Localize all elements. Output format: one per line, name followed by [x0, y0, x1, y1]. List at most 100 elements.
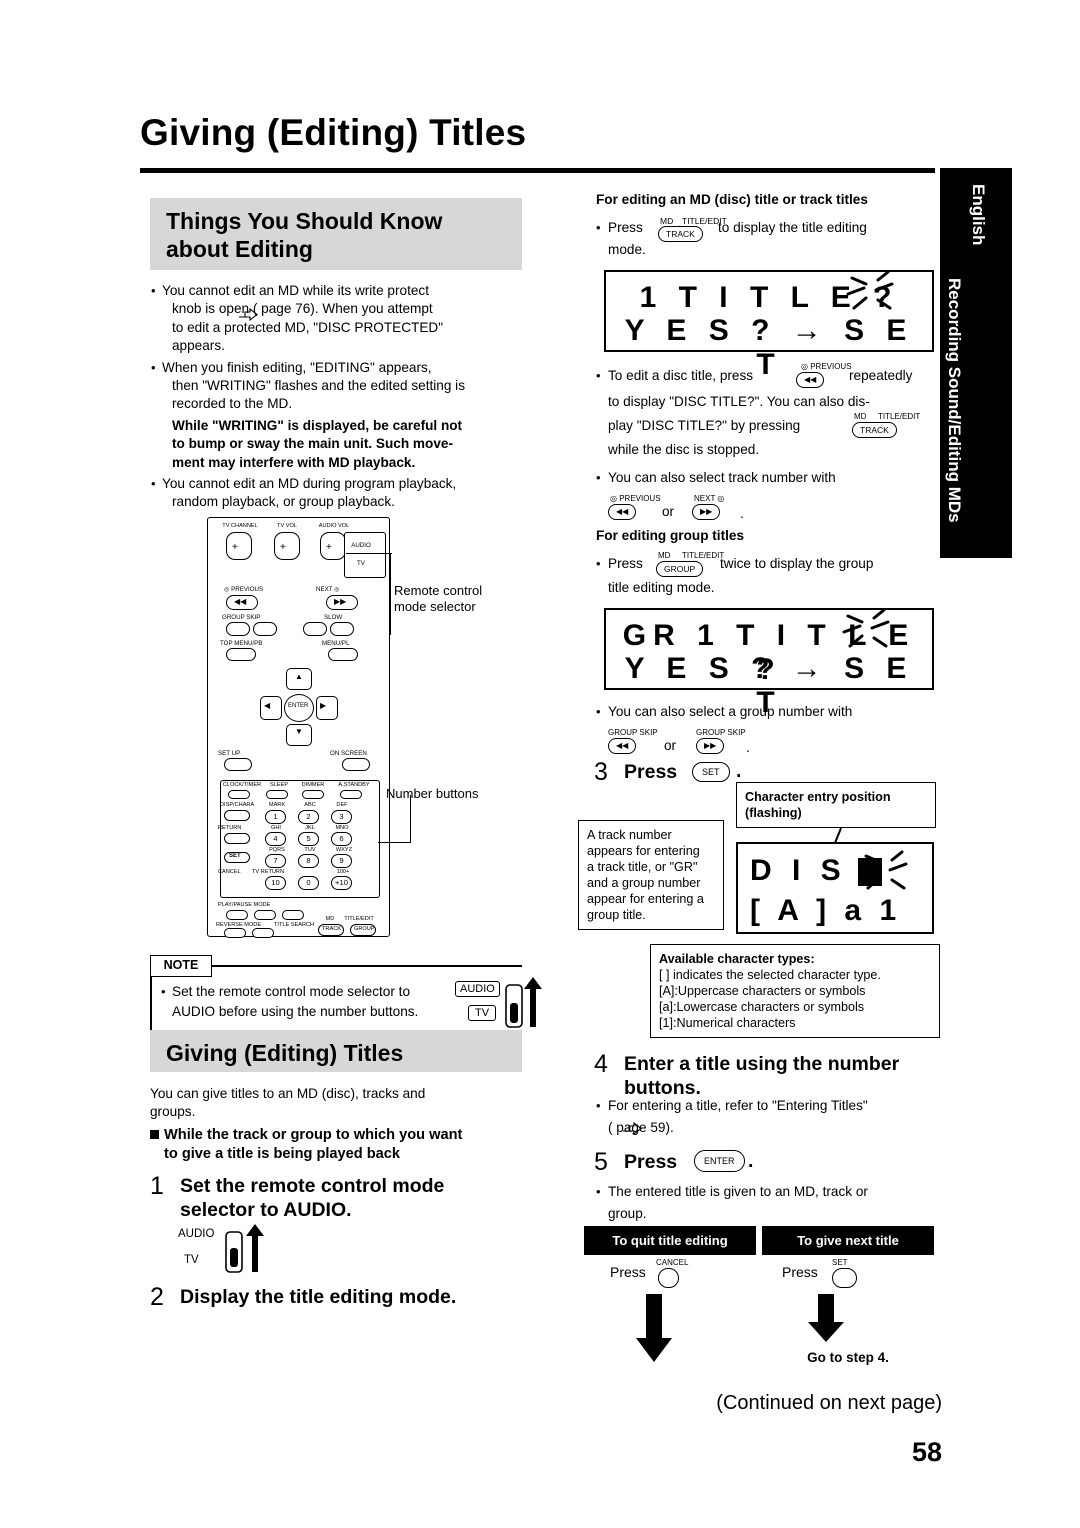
side-tab-language: English: [969, 184, 988, 246]
key-sup-set: SET: [832, 1258, 848, 1267]
remote-control-illustration: TV CHANNEL TV VOL AUDIO VOL + + + AUDIO …: [207, 517, 390, 938]
leader-line-number-buttons-h: [378, 842, 411, 844]
remote-mode-selector[interactable]: [344, 532, 386, 578]
key-button-group-skip-prev[interactable]: ◀◀: [608, 738, 637, 754]
remote-button-tv-channel[interactable]: [226, 532, 252, 560]
remote-number-9[interactable]: 9: [331, 854, 352, 868]
callout-track-line-6: group title.: [587, 908, 646, 922]
remote-number-0[interactable]: 0: [298, 876, 319, 890]
remote-number-1[interactable]: 1: [265, 810, 286, 824]
remote-label-track: TRACK: [322, 926, 341, 932]
remote-button-disp-chara[interactable]: [224, 810, 250, 821]
period: .: [740, 506, 744, 521]
remote-label-next: NEXT ◎: [316, 586, 340, 593]
disc-title-line-3: play "DISC TITLE?" by pressing: [608, 418, 801, 433]
remote-button-title-search[interactable]: [252, 928, 274, 938]
remote-button-slow-fwd[interactable]: [330, 622, 354, 636]
remote-number-2[interactable]: 2: [298, 810, 319, 824]
remote-number-3[interactable]: 3: [331, 810, 352, 824]
remote-label-clock-timer: CLOCK/TIMER: [222, 782, 262, 788]
step-3-period: .: [736, 760, 742, 782]
remote-button-top-menu[interactable]: [226, 648, 256, 661]
remote-label-title-edit: TITLE/EDIT: [344, 916, 374, 922]
step-1-tv-label: TV: [184, 1254, 199, 1266]
key-sup-md: MD: [854, 412, 867, 421]
key-button-previous[interactable]: ◀◀: [608, 504, 637, 520]
remote-number-7[interactable]: 7: [265, 854, 286, 868]
page-title: Giving (Editing) Titles: [140, 112, 527, 153]
step-4-bullet-line-1: For entering a title, refer to "Entering…: [608, 1098, 868, 1113]
intro-line-1: You can give titles to an MD (disc), tra…: [150, 1086, 426, 1101]
step-3-text: Press: [624, 761, 678, 783]
press-rest-2: title editing mode.: [608, 580, 715, 595]
remote-dpad[interactable]: ENTER ▲ ▼ ◀ ▶: [260, 668, 338, 746]
key-button-track[interactable]: TRACK: [658, 226, 703, 242]
remote-number-plus10[interactable]: +10: [331, 876, 352, 890]
key-button-previous[interactable]: ◀◀: [796, 372, 825, 388]
key-button-cancel[interactable]: [658, 1268, 679, 1288]
remote-button-tv-vol[interactable]: [274, 532, 300, 560]
remote-button-audio-vol[interactable]: [320, 532, 346, 560]
arrow-right-icon: ▶: [320, 701, 327, 710]
bullet-dot: •: [596, 556, 601, 571]
bullet-line-bold: to bump or sway the main unit. Such move…: [172, 436, 453, 452]
remote-button-reverse-mode[interactable]: [224, 928, 246, 938]
remote-label-title-search: TITLE SEARCH: [274, 922, 315, 928]
key-button-group-skip-next[interactable]: ▶▶: [696, 738, 725, 754]
remote-label-return: RETURN: [218, 825, 242, 831]
remote-label-tuv: TUV: [304, 847, 316, 853]
plus-icon: +: [326, 542, 332, 553]
remote-number-5[interactable]: 5: [298, 832, 319, 846]
title-divider: [140, 168, 935, 173]
goto-step-label: Go to step 4.: [807, 1350, 889, 1365]
press-rest-1: twice to display the group: [720, 556, 874, 571]
disc-title-line-4: while the disc is stopped.: [608, 442, 760, 457]
remote-button-a-standby[interactable]: [340, 790, 362, 799]
remote-button-group-skip-prev[interactable]: [226, 622, 250, 636]
remote-button-set-up[interactable]: [224, 758, 252, 771]
remote-label-jkl: JKL: [305, 825, 315, 831]
box-to-quit-title-editing: To quit title editing: [584, 1226, 756, 1255]
bullet-line: You cannot edit an MD while its write pr…: [150, 282, 520, 301]
square-bullet-icon: [150, 1130, 159, 1139]
remote-button-slow-rev[interactable]: [303, 622, 327, 636]
key-button-set[interactable]: SET: [692, 762, 730, 782]
bullet-line-bold: ment may interfere with MD playback.: [172, 454, 416, 470]
remote-button-group-skip-next[interactable]: [253, 622, 277, 636]
bullet-dot: •: [596, 470, 601, 485]
key-sup-md: MD: [658, 551, 671, 560]
remote-button-mode[interactable]: [282, 910, 304, 920]
key-button-set[interactable]: [832, 1268, 857, 1288]
remote-number-8[interactable]: 8: [298, 854, 319, 868]
remote-button-clock-timer[interactable]: [228, 790, 250, 799]
remote-label-ghi: GHI: [271, 825, 281, 831]
remote-button-play[interactable]: [226, 910, 248, 920]
note-tag: NOTE: [150, 955, 212, 977]
remote-label-enter: ENTER: [288, 703, 309, 709]
remote-button-return[interactable]: [224, 833, 250, 844]
key-button-enter[interactable]: ENTER: [694, 1150, 745, 1172]
bullet-dot: •: [596, 1184, 601, 1199]
remote-button-pause[interactable]: [254, 910, 276, 920]
remote-label-mark: MARK: [268, 802, 286, 808]
remote-button-sleep[interactable]: [266, 790, 288, 799]
remote-button-menu[interactable]: [328, 648, 358, 661]
next-press-label: Press: [782, 1264, 818, 1280]
disc-title-line-1b: repeatedly: [849, 368, 913, 383]
or-label: or: [664, 738, 677, 753]
remote-number-10[interactable]: 10: [265, 876, 286, 890]
remote-label-a-standby: A.STANDBY: [338, 782, 370, 788]
remote-button-on-screen[interactable]: [342, 758, 370, 771]
press-label: Press: [608, 220, 643, 235]
select-group-line: You can also select a group number with: [608, 704, 853, 719]
flashing-sparkle-icon: [846, 270, 894, 310]
leader-line-mode-selector: [390, 553, 392, 635]
remote-button-dimmer[interactable]: [302, 790, 324, 799]
key-button-track[interactable]: TRACK: [852, 422, 897, 438]
remote-number-6[interactable]: 6: [331, 832, 352, 846]
key-button-group[interactable]: GROUP: [656, 561, 704, 577]
remote-number-4[interactable]: 4: [265, 832, 286, 846]
plus-icon: +: [232, 542, 238, 553]
key-button-next[interactable]: ▶▶: [692, 504, 721, 520]
press-rest-1: to display the title editing: [718, 220, 867, 235]
